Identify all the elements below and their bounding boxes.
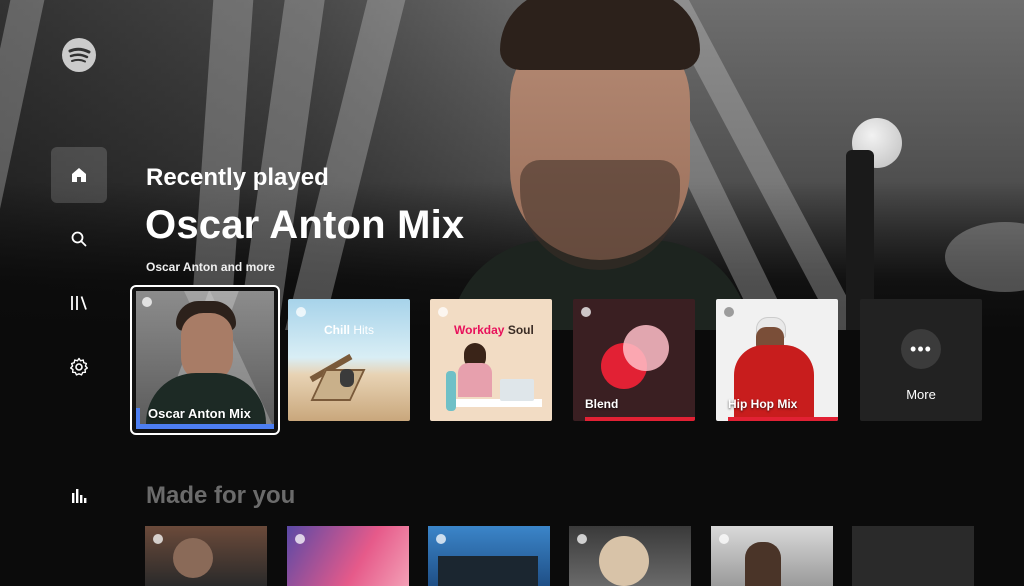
card-oscar-anton-mix[interactable]: Oscar Anton Mix: [130, 285, 280, 435]
card-label: Oscar Anton Mix: [148, 406, 251, 421]
nav-home[interactable]: [51, 147, 107, 203]
card-label: Blend: [585, 397, 619, 411]
nav-library[interactable]: [51, 275, 107, 331]
hero-subtitle: Oscar Anton and more: [146, 260, 275, 274]
spotify-badge-icon: [581, 307, 591, 317]
card-artwork: [430, 299, 552, 421]
more-label: More: [906, 387, 936, 402]
spotify-badge-icon: [719, 534, 729, 544]
search-icon: [71, 231, 87, 247]
progress-bar: [585, 417, 695, 421]
card-blend[interactable]: Blend: [573, 299, 695, 421]
hero-title: Oscar Anton Mix: [145, 203, 465, 247]
background-disc: [945, 222, 1024, 292]
spotify-badge-icon: [577, 534, 587, 544]
card-label: Hip Hop Mix: [728, 397, 798, 411]
home-icon: [72, 168, 86, 182]
background-stripe: [0, 0, 49, 330]
card-artwork: [599, 536, 649, 586]
artist-image: [450, 0, 750, 330]
spotify-badge-icon: [438, 307, 448, 317]
spotify-badge-icon: [153, 534, 163, 544]
spotify-badge-icon: [296, 307, 306, 317]
card-artwork: [438, 556, 538, 586]
nav-search[interactable]: [51, 211, 107, 267]
spotify-badge-icon: [295, 534, 305, 544]
made-for-you-card[interactable]: [569, 526, 691, 586]
made-for-you-card[interactable]: [428, 526, 550, 586]
library-icon: [71, 296, 87, 310]
made-for-you-card[interactable]: [711, 526, 833, 586]
card-chill-hits[interactable]: Chill Hits: [288, 299, 410, 421]
focus-indicator: [136, 408, 140, 424]
section-title-made-for-you: Made for you: [146, 482, 296, 509]
made-for-you-card[interactable]: [287, 526, 409, 586]
nav-stats[interactable]: [51, 468, 107, 524]
card-artwork: [745, 542, 781, 586]
section-title-recently-played: Recently played: [146, 164, 329, 191]
progress-bar: [728, 417, 838, 421]
made-for-you-card[interactable]: [145, 526, 267, 586]
card-artwork: [288, 299, 410, 421]
spotify-badge-icon: [436, 534, 446, 544]
progress-bar: [136, 424, 274, 429]
card-hip-hop-mix[interactable]: Hip Hop Mix: [716, 299, 838, 421]
card-title-art: Workday Soul: [454, 323, 534, 337]
spotify-badge-icon: [142, 297, 152, 307]
more-dots-icon: •••: [901, 329, 941, 369]
spotify-badge-icon: [724, 307, 734, 317]
bar-chart-icon: [72, 489, 87, 503]
made-for-you-card[interactable]: [852, 526, 974, 586]
card-title-art: Chill Hits: [324, 323, 375, 337]
more-button[interactable]: ••• More: [860, 299, 982, 421]
nav-settings[interactable]: [51, 339, 107, 395]
card-workday-soul[interactable]: Workday Soul: [430, 299, 552, 421]
gear-icon: [70, 357, 88, 376]
card-artwork: [173, 538, 213, 578]
spotify-logo-icon: [62, 38, 96, 72]
